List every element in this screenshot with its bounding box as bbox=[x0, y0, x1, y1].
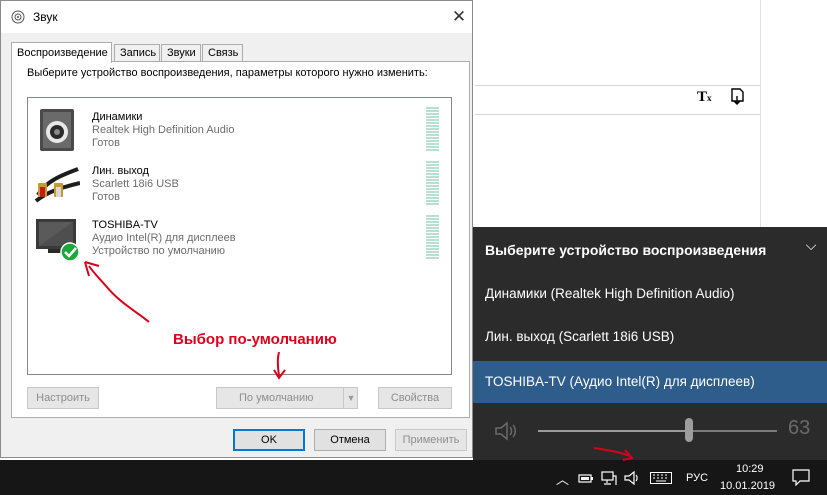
device-item-toshiba-tv[interactable]: TOSHIBA-TV Аудио Intel(R) для дисплеев У… bbox=[28, 209, 451, 263]
insert-icon[interactable] bbox=[729, 88, 745, 106]
volume-flyout: Выберите устройство воспроизведения ⌵ Ди… bbox=[473, 227, 827, 460]
ok-button[interactable]: OK bbox=[233, 429, 305, 451]
tab-recording[interactable]: Запись bbox=[114, 44, 160, 61]
properties-button[interactable]: Свойства bbox=[378, 387, 452, 409]
device-name: TOSHIBA-TV bbox=[92, 219, 158, 231]
apply-button[interactable]: Применить bbox=[395, 429, 467, 451]
volume-tray-icon[interactable] bbox=[624, 470, 642, 486]
tray-annotation-arrow bbox=[593, 447, 634, 461]
tab-communications[interactable]: Связь bbox=[202, 44, 243, 61]
annotation-label: Выбор по-умолчанию bbox=[173, 331, 337, 348]
device-driver: Scarlett 18i6 USB bbox=[92, 178, 179, 190]
dialog-title: Звук bbox=[33, 10, 58, 24]
title-bar[interactable]: Звук ✕ bbox=[1, 1, 472, 33]
device-item-speakers[interactable]: Динамики Realtek High Definition Audio Г… bbox=[28, 101, 451, 155]
language-indicator[interactable]: РУС bbox=[686, 472, 708, 484]
set-default-button[interactable]: По умолчанию ▼ bbox=[216, 387, 358, 409]
device-name: Динамики bbox=[92, 111, 143, 123]
chevron-up-icon[interactable]: ︿ bbox=[556, 469, 569, 488]
level-meter bbox=[426, 107, 439, 151]
flyout-item-line-out[interactable]: Лин. выход (Scarlett 18i6 USB) bbox=[473, 316, 827, 358]
instruction-text: Выберите устройство воспроизведения, пар… bbox=[27, 67, 428, 79]
network-icon[interactable] bbox=[601, 470, 617, 486]
device-driver: Realtek High Definition Audio bbox=[92, 124, 235, 136]
device-status: Готов bbox=[92, 191, 120, 203]
volume-slider-thumb[interactable] bbox=[685, 418, 693, 442]
flyout-item-toshiba-tv[interactable]: TOSHIBA-TV (Аудио Intel(R) для дисплеев) bbox=[473, 361, 827, 403]
taskbar: ︿ РУС 10:29 10.01.2019 bbox=[0, 447, 827, 495]
background-divider bbox=[760, 0, 761, 230]
level-meter bbox=[426, 161, 439, 205]
volume-slider-fill bbox=[538, 430, 689, 432]
rca-cable-icon bbox=[34, 167, 80, 203]
tv-monitor-icon bbox=[36, 219, 80, 261]
device-status: Готов bbox=[92, 137, 120, 149]
keyboard-icon[interactable] bbox=[650, 472, 672, 484]
cancel-button[interactable]: Отмена bbox=[314, 429, 386, 451]
sound-dialog: Звук ✕ Воспроизведение Запись Звуки Связ… bbox=[0, 0, 473, 458]
level-meter bbox=[426, 215, 439, 259]
sound-app-icon bbox=[11, 10, 25, 24]
notification-icon[interactable] bbox=[792, 469, 810, 486]
device-name: Лин. выход bbox=[92, 165, 149, 177]
battery-icon[interactable] bbox=[578, 471, 594, 485]
chevron-down-icon[interactable]: ▼ bbox=[343, 388, 358, 408]
configure-button[interactable]: Настроить bbox=[27, 387, 99, 409]
background-toolbar bbox=[475, 85, 760, 115]
close-icon[interactable]: ✕ bbox=[447, 5, 471, 29]
flyout-header: Выберите устройство воспроизведения bbox=[485, 242, 767, 258]
device-item-line-out[interactable]: Лин. выход Scarlett 18i6 USB Готов bbox=[28, 155, 451, 209]
tab-playback[interactable]: Воспроизведение bbox=[11, 42, 112, 63]
speaker-icon bbox=[40, 109, 74, 151]
annotation-arrows bbox=[84, 261, 286, 380]
chevron-down-icon[interactable]: ⌵ bbox=[801, 237, 821, 257]
clock-time[interactable]: 10:29 bbox=[736, 463, 764, 475]
flyout-item-speakers[interactable]: Динамики (Realtek High Definition Audio) bbox=[473, 273, 827, 315]
device-driver: Аудио Intel(R) для дисплеев bbox=[92, 232, 236, 244]
tab-sounds[interactable]: Звуки bbox=[161, 44, 201, 61]
clock-date[interactable]: 10.01.2019 bbox=[720, 480, 775, 492]
volume-value: 63 bbox=[788, 417, 811, 439]
clear-format-icon[interactable]: Tx bbox=[697, 89, 712, 106]
speaker-volume-icon[interactable] bbox=[494, 420, 520, 442]
set-default-label: По умолчанию bbox=[239, 392, 314, 404]
